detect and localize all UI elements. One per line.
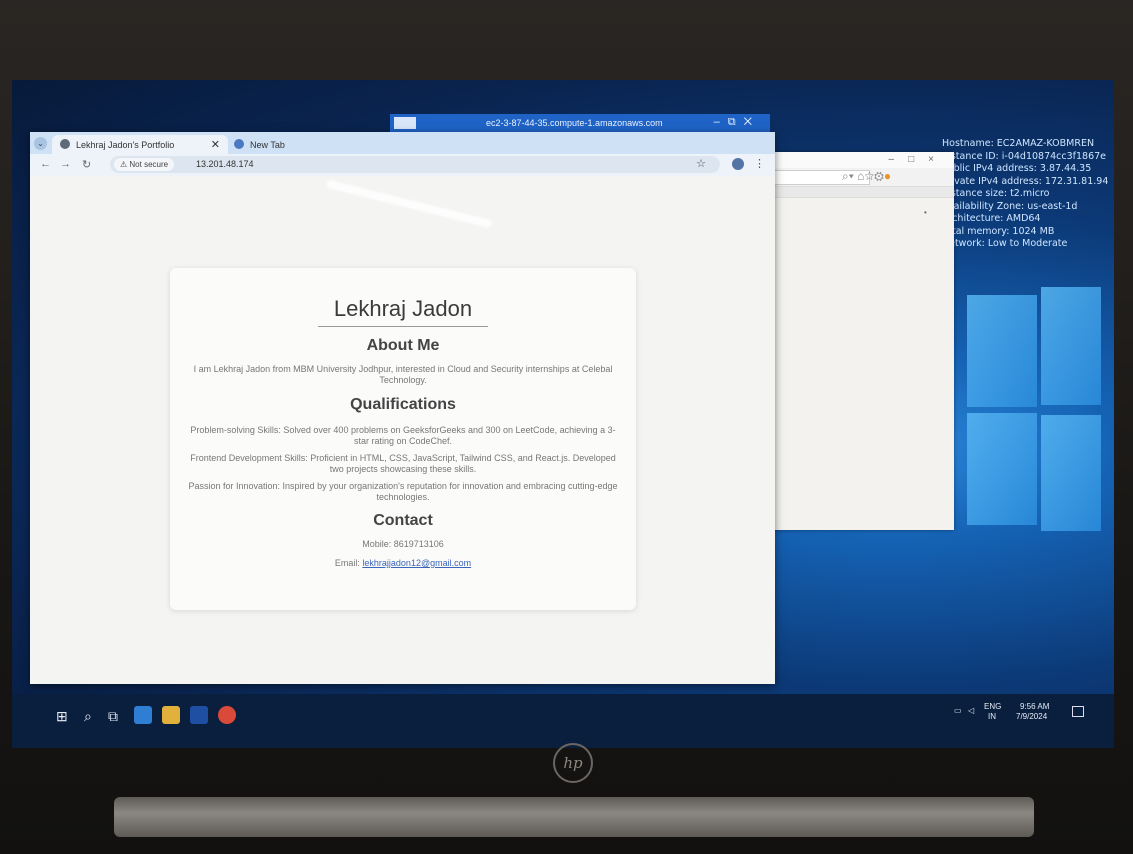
ie-tab-strip [772, 187, 954, 198]
file-explorer-icon[interactable] [162, 706, 180, 724]
globe-icon [60, 139, 70, 149]
volume-icon[interactable]: ◁ [968, 706, 974, 716]
portfolio-card: Lekhraj Jadon About Me I am Lekhraj Jado… [170, 268, 636, 610]
taskbar: ⊞ ⌕ ⧉ ▭ ◁ ENG IN 9:56 AM 7/9/2024 [12, 694, 1114, 748]
tab-new-tab[interactable]: New Tab [226, 135, 366, 154]
tab-label: New Tab [250, 140, 285, 150]
language-code[interactable]: ENG [984, 702, 1001, 712]
chrome-icon [234, 139, 244, 149]
network-icon[interactable]: ▭ [954, 706, 962, 716]
ie-title-bar[interactable]: –□× [772, 152, 954, 168]
page-title: Lekhraj Jadon [333, 296, 473, 321]
tab-search-icon[interactable]: ⌄ [34, 137, 47, 150]
action-center-icon[interactable] [1072, 706, 1084, 717]
windows-logo-wallpaper [967, 287, 1107, 555]
info-private-ip: Private IPv4 address: 172.31.81.94 [942, 175, 1109, 187]
start-windows-icon[interactable]: ⊞ [56, 708, 68, 725]
about-text: I am Lekhraj Jadon from MBM University J… [193, 364, 613, 385]
ie-window[interactable]: –□× ⌕▾ ⌂☆⚙● • [772, 152, 954, 530]
tab-portfolio[interactable]: Lekhraj Jadon's Portfolio ✕ [52, 135, 228, 154]
task-view-icon[interactable]: ⧉ [108, 708, 118, 725]
page-viewport: Lekhraj Jadon About Me I am Lekhraj Jado… [30, 176, 775, 684]
bookmark-star-icon[interactable]: ☆ [696, 157, 706, 170]
info-architecture: Architecture: AMD64 [942, 213, 1041, 224]
clock-date[interactable]: 7/9/2024 [1016, 712, 1047, 722]
email-link[interactable]: lekhrajjadon12@gmail.com [362, 558, 471, 568]
clock-time[interactable]: 9:56 AM [1020, 702, 1049, 712]
forward-arrow-icon[interactable]: → [60, 158, 71, 170]
remote-window-controls[interactable]: –⧉✕ [714, 116, 760, 129]
laptop-screen: Hostname: EC2AMAZ-KOBMREN Instance ID: i… [12, 80, 1114, 748]
chrome-icon[interactable] [218, 706, 236, 724]
chrome-window: ⌄ Lekhraj Jadon's Portfolio ✕ New Tab ← … [30, 132, 775, 684]
close-tab-icon[interactable]: ✕ [211, 138, 220, 151]
edge-icon[interactable] [134, 706, 152, 724]
qualification-item: Frontend Development Skills: Proficient … [190, 453, 616, 474]
qualifications-heading: Qualifications [350, 396, 456, 413]
laptop-hinge [114, 797, 1034, 837]
pin-icon[interactable] [394, 117, 416, 129]
remote-desktop-connection-bar[interactable]: ec2-3-87-44-35.compute-1.amazonaws.com –… [390, 114, 770, 132]
info-availability-zone: Availability Zone: us-east-1d [942, 200, 1078, 212]
more-menu-icon[interactable]: ⋮ [754, 157, 765, 170]
email-label: Email: [334, 558, 360, 568]
tab-strip: ⌄ Lekhraj Jadon's Portfolio ✕ New Tab [30, 132, 775, 154]
browser-toolbar: ← → ↻ ⚠ Not secure 13.201.48.174 ☆ ⋮ [30, 154, 775, 176]
feedback-smiley-icon[interactable]: ● [884, 169, 891, 183]
contact-email-row: Email: lekhrajjadon12@gmail.com [188, 558, 618, 569]
ie-page-marker: • [924, 208, 927, 217]
contact-heading: Contact [373, 512, 433, 529]
title-divider [318, 326, 488, 327]
info-hostname: Hostname: EC2AMAZ-KOBMREN [942, 138, 1095, 149]
qualification-item: Problem-solving Skills: Solved over 400 … [190, 425, 616, 446]
info-total-memory: Total memory: 1024 MB [942, 225, 1055, 237]
contact-mobile: Mobile: 8619713106 [362, 539, 444, 549]
ie-toolbar-icons[interactable]: ⌕▾ ⌂☆⚙● [842, 169, 891, 184]
info-network: Network: Low to Moderate [942, 238, 1068, 249]
instance-info-overlay: Hostname: EC2AMAZ-KOBMREN Instance ID: i… [942, 138, 1108, 251]
ie-window-controls[interactable]: –□× [889, 154, 948, 165]
ie-address-bar: ⌕▾ ⌂☆⚙● [772, 168, 954, 187]
search-icon[interactable]: ⌕ [84, 708, 92, 725]
info-instance-size: Instance size: t2.micro [942, 188, 1050, 199]
tab-label: Lekhraj Jadon's Portfolio [76, 140, 175, 150]
server-manager-icon[interactable] [190, 706, 208, 724]
hp-logo: hp [553, 743, 593, 783]
back-arrow-icon[interactable]: ← [40, 158, 51, 170]
url-text[interactable]: 13.201.48.174 [196, 159, 254, 169]
reload-icon[interactable]: ↻ [82, 158, 91, 171]
remote-host-title: ec2-3-87-44-35.compute-1.amazonaws.com [486, 118, 663, 128]
profile-avatar-icon[interactable] [732, 158, 744, 170]
address-bar[interactable]: ⚠ Not secure 13.201.48.174 ☆ [110, 156, 720, 173]
region-code[interactable]: IN [988, 712, 996, 722]
security-chip[interactable]: ⚠ Not secure [114, 158, 175, 171]
about-heading: About Me [366, 337, 440, 354]
info-public-ip: Public IPv4 address: 3.87.44.35 [942, 163, 1092, 174]
qualification-item: Passion for Innovation: Inspired by your… [188, 481, 618, 502]
info-instance-id: Instance ID: i-04d10874cc3f1867e [942, 150, 1107, 162]
not-secure-label: Not secure [129, 160, 169, 169]
